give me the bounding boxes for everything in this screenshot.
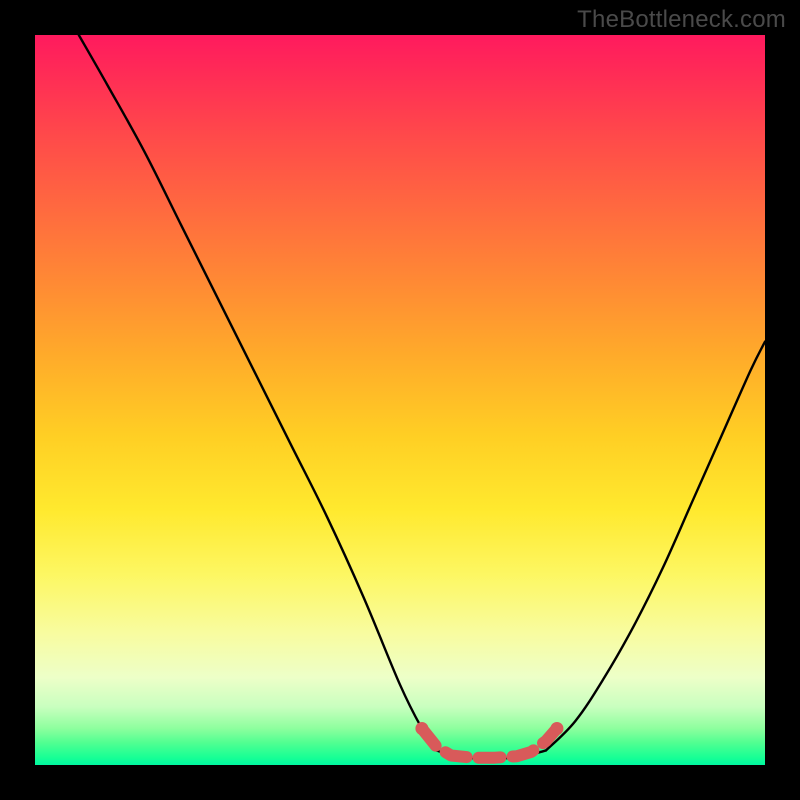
- plot-area: [35, 35, 765, 765]
- marker-polyline: [422, 729, 557, 758]
- curve-right-branch: [546, 342, 765, 751]
- curve-left-branch: [79, 35, 437, 750]
- marker-dot: [550, 722, 563, 735]
- chart-frame: TheBottleneck.com: [0, 0, 800, 800]
- marker-dot: [415, 722, 428, 735]
- watermark-text: TheBottleneck.com: [577, 6, 786, 34]
- curve-layer: [35, 35, 765, 765]
